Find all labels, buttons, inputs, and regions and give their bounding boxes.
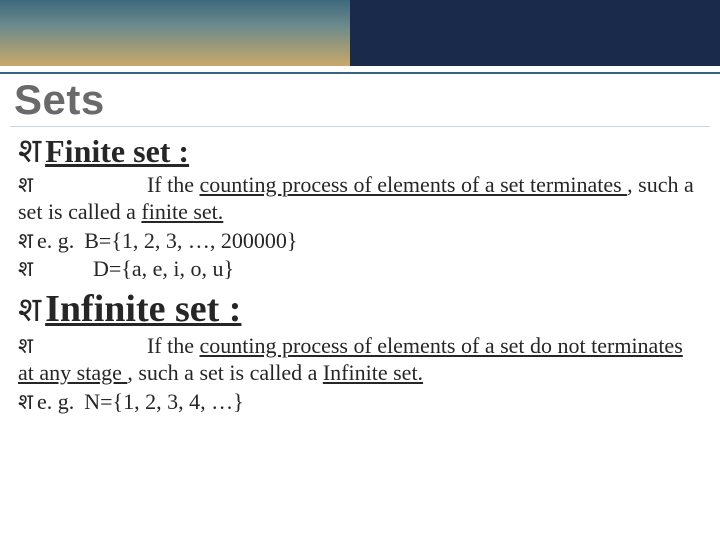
eg-label: e. g. <box>37 228 74 253</box>
infinite-def-pre: If the <box>147 333 200 358</box>
infinite-def-mid: , such a set is called a <box>127 360 323 385</box>
header-gradient-left <box>0 0 350 66</box>
eg-label: e. g. <box>37 389 74 414</box>
bullet-icon: श <box>18 228 33 253</box>
bullet-icon: श <box>18 333 33 358</box>
content: श Finite set : श If the counting process … <box>0 127 720 416</box>
page-title: Sets <box>0 74 720 124</box>
infinite-heading-text: Infinite set : <box>45 287 241 331</box>
finite-heading-text: Finite set : <box>45 133 189 170</box>
bullet-icon: श <box>18 135 41 169</box>
finite-def-pre: If the <box>147 172 200 197</box>
bullet-icon: श <box>18 172 33 197</box>
infinite-example-n: शe. g. N={1, 2, 3, 4, …} <box>18 389 702 416</box>
bullet-icon: श <box>18 294 41 328</box>
infinite-heading: श Infinite set : <box>18 287 702 331</box>
finite-example-d-text: D={a, e, i, o, u} <box>93 256 234 281</box>
finite-def-underline-2: finite set. <box>141 199 223 224</box>
bullet-icon: श <box>18 389 33 414</box>
finite-definition: श If the counting process of elements of … <box>18 172 702 226</box>
infinite-def-underline-2: Infinite set. <box>323 360 423 385</box>
finite-heading: श Finite set : <box>18 133 702 170</box>
infinite-example-n-text: N={1, 2, 3, 4, …} <box>84 389 243 414</box>
infinite-definition: शIf the counting process of elements of … <box>18 333 702 387</box>
finite-example-d: श D={a, e, i, o, u} <box>18 256 702 283</box>
finite-def-underline-1: counting process of elements of a set te… <box>200 172 628 197</box>
finite-example-b-text: B={1, 2, 3, …, 200000} <box>84 228 297 253</box>
bullet-icon: श <box>18 256 33 281</box>
finite-example-b: शe. g. B={1, 2, 3, …, 200000} <box>18 228 702 255</box>
header-dark-right <box>350 0 720 66</box>
header-band <box>0 0 720 66</box>
